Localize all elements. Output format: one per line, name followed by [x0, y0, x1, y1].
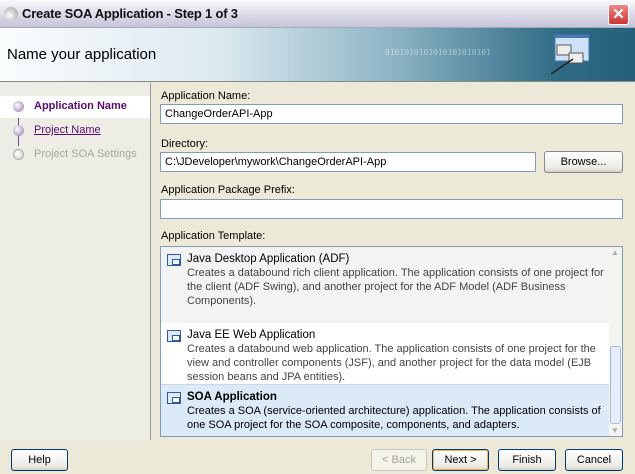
template-title: Java EE Web Application	[187, 329, 316, 341]
template-description: Creates a databound rich client applicat…	[187, 267, 604, 307]
window-title: Create SOA Application - Step 1 of 3	[22, 6, 238, 21]
application-template-icon	[167, 254, 181, 266]
application-template-icon	[167, 330, 181, 342]
application-wizard-icon	[551, 34, 590, 75]
template-description: Creates a SOA (service-oriented architec…	[187, 405, 601, 431]
help-button[interactable]: Help	[11, 449, 68, 471]
next-button[interactable]: Next >	[432, 449, 489, 471]
directory-input[interactable]: C:\JDeveloper\mywork\ChangeOrderAPI-App	[160, 152, 536, 172]
application-template-icon	[167, 392, 181, 404]
page-heading: Name your application	[7, 46, 157, 63]
step-current-icon	[13, 101, 24, 112]
jdeveloper-cup-icon	[4, 7, 18, 21]
template-description: Creates a databound web application. The…	[187, 343, 596, 383]
app-name-label: Application Name:	[161, 90, 251, 102]
template-item-soa-application[interactable]: SOA Application Creates a SOA (service-o…	[161, 384, 610, 436]
scroll-down-icon[interactable]: ▼	[611, 426, 619, 435]
template-item-java-ee-web[interactable]: Java EE Web Application Creates a databo…	[161, 323, 610, 384]
template-list-scrollbar[interactable]: ▲ ▼	[609, 247, 622, 436]
banner-binary-decoration: 0101010101010101010101	[385, 48, 491, 57]
wizard-steps-panel: Application Name Project Name Project SO…	[0, 83, 151, 440]
step-label: Application Name	[34, 100, 127, 112]
template-title: SOA Application	[187, 391, 277, 403]
template-label: Application Template:	[161, 230, 266, 242]
step-project-soa-settings: Project SOA Settings	[0, 144, 150, 166]
header-banner: Name your application 010101010101010101…	[0, 28, 635, 82]
package-prefix-input[interactable]	[160, 199, 623, 219]
scroll-up-icon[interactable]: ▲	[611, 248, 619, 257]
close-button[interactable]: ✕	[608, 4, 629, 25]
finish-button[interactable]: Finish	[498, 449, 556, 471]
directory-label: Directory:	[161, 138, 209, 150]
step-application-name[interactable]: Application Name	[0, 96, 150, 118]
step-label: Project Name	[34, 124, 101, 136]
app-name-input[interactable]: ChangeOrderAPI-App	[160, 104, 623, 124]
title-bar: Create SOA Application - Step 1 of 3 ✕	[0, 0, 635, 28]
cancel-button[interactable]: Cancel	[565, 449, 623, 471]
back-button: < Back	[371, 449, 427, 471]
template-item-java-desktop[interactable]: Java Desktop Application (ADF) Creates a…	[161, 247, 610, 323]
step-visited-icon	[13, 125, 24, 136]
package-prefix-label: Application Package Prefix:	[161, 184, 295, 196]
step-project-name[interactable]: Project Name	[0, 120, 150, 142]
template-title: Java Desktop Application (ADF)	[187, 253, 350, 265]
step-disabled-icon	[13, 149, 24, 160]
step-label: Project SOA Settings	[34, 148, 137, 160]
template-list[interactable]: Java Desktop Application (ADF) Creates a…	[160, 246, 623, 437]
scrollbar-thumb[interactable]	[610, 346, 621, 424]
browse-button[interactable]: Browse...	[544, 151, 623, 173]
